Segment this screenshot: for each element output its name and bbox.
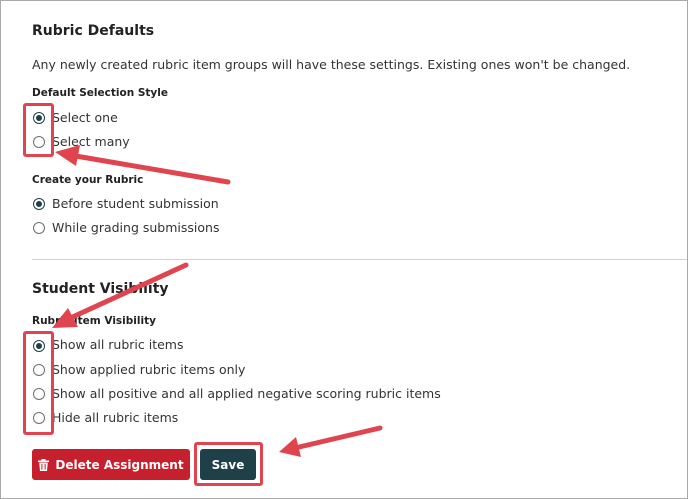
annotation-arrow-save [279, 425, 383, 457]
annotation-arrows [52, 145, 383, 457]
annotation-arrow-selection-style [55, 145, 231, 185]
annotation-arrow-visibility [52, 262, 189, 328]
